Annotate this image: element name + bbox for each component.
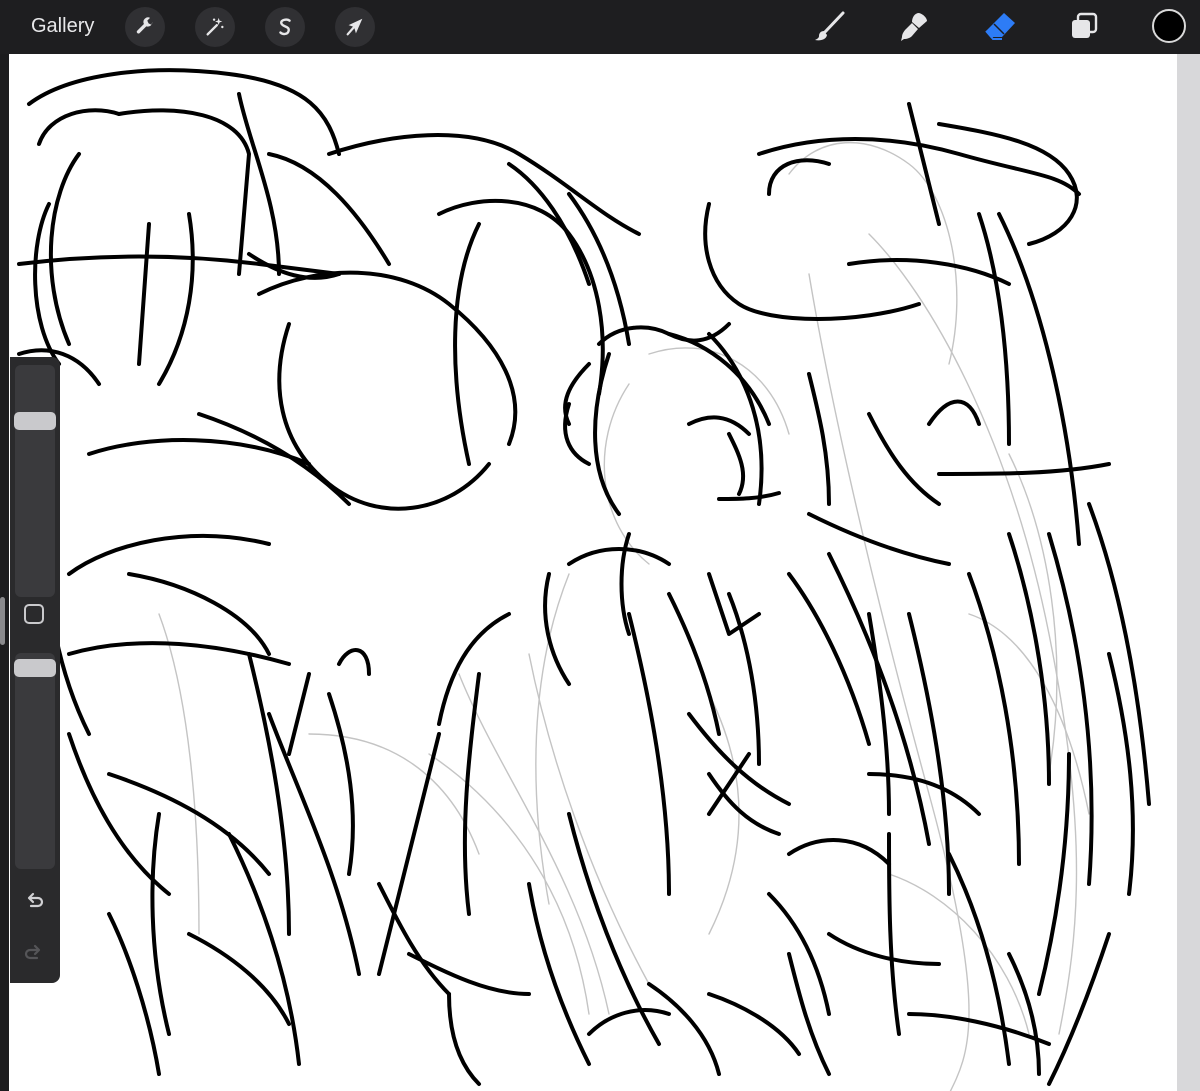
brush-size-handle[interactable] [14, 412, 56, 430]
wrench-icon [136, 17, 153, 34]
eraser-tool-button[interactable] [980, 7, 1020, 47]
opacity-handle[interactable] [14, 659, 56, 677]
eraser-icon [985, 13, 1015, 40]
magic-wand-icon [206, 17, 224, 36]
gallery-button[interactable]: Gallery [31, 14, 94, 38]
square-modify-icon [24, 604, 44, 624]
drawing-canvas[interactable] [9, 54, 1177, 1091]
redo-icon [24, 944, 41, 960]
top-toolbar: Gallery [0, 0, 1200, 54]
brush-size-slider[interactable] [14, 365, 56, 597]
sketch-artwork [17, 68, 1151, 1091]
smudge-icon [901, 13, 927, 41]
adjustments-button[interactable] [195, 7, 235, 47]
modify-button[interactable] [17, 597, 51, 631]
opacity-slider[interactable] [14, 653, 56, 869]
smudge-tool-button[interactable] [894, 7, 934, 47]
undo-button[interactable] [17, 885, 51, 919]
transform-button[interactable] [335, 7, 375, 47]
sidebar-position-handle[interactable] [0, 597, 5, 645]
brush-icon [815, 11, 845, 41]
selection-s-icon [279, 18, 291, 36]
brush-tool-button[interactable] [810, 7, 850, 47]
canvas-edge [1177, 54, 1200, 1091]
actions-button[interactable] [125, 7, 165, 47]
color-swatch-button[interactable] [1152, 9, 1186, 43]
undo-icon [27, 892, 44, 908]
selection-button[interactable] [265, 7, 305, 47]
left-sidebar [10, 357, 60, 983]
layers-icon [1072, 12, 1098, 38]
layers-button[interactable] [1064, 7, 1104, 47]
redo-button[interactable] [17, 937, 51, 971]
arrow-icon [346, 18, 363, 36]
